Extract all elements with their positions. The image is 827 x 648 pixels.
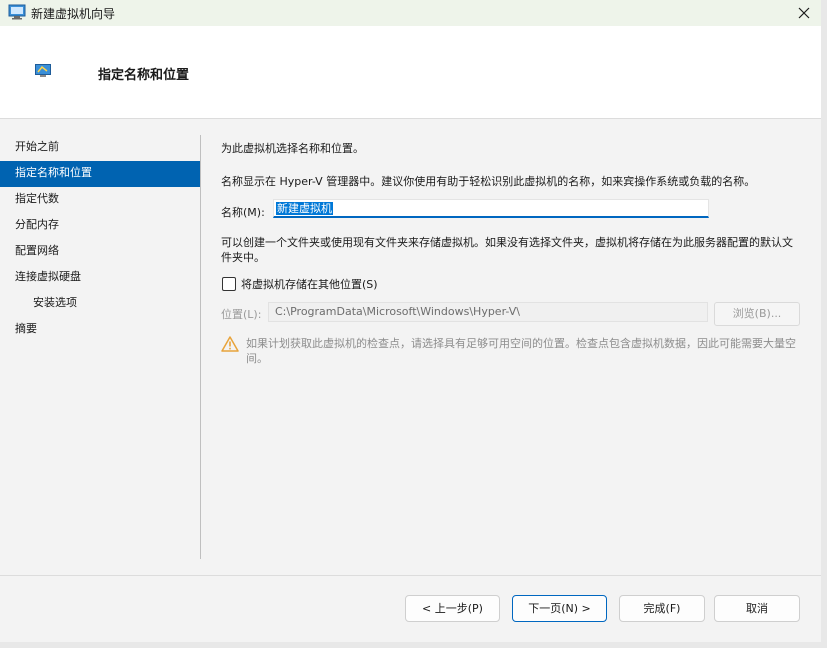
close-button[interactable]: [787, 0, 821, 26]
checkpoint-warning-line1: 如果计划获取此虚拟机的检查点，请选择具有足够可用空间的位置。检查点包含虚拟机数据…: [246, 337, 796, 350]
warning-icon: [221, 336, 239, 352]
checkpoint-warning-line2: 间。: [246, 352, 268, 365]
title-bar: 新建虚拟机向导: [0, 0, 821, 26]
wizard-window: 新建虚拟机向导 指定名称和位置 开始之前 指定名称和位置 指定代数 分配内存 配…: [0, 0, 822, 643]
wizard-steps: 开始之前 指定名称和位置 指定代数 分配内存 配置网络 连接虚拟硬盘 安装选项 …: [0, 135, 200, 343]
name-label: 名称(M):: [221, 206, 265, 219]
store-elsewhere-checkbox[interactable]: [222, 277, 236, 291]
virtual-machine-icon: [8, 4, 26, 20]
name-input-value: 新建虚拟机: [276, 202, 333, 215]
step-specify-generation[interactable]: 指定代数: [0, 187, 200, 213]
location-label: 位置(L):: [221, 308, 262, 321]
step-installation-options[interactable]: 安装选项: [0, 291, 200, 317]
intro-text: 为此虚拟机选择名称和位置。: [221, 142, 364, 155]
step-connect-virtual-disk[interactable]: 连接虚拟硬盘: [0, 265, 200, 291]
cancel-button[interactable]: 取消: [714, 595, 800, 622]
step-specify-name-location[interactable]: 指定名称和位置: [0, 161, 200, 187]
store-elsewhere-label[interactable]: 将虚拟机存储在其他位置(S): [241, 276, 378, 292]
virtual-machine-icon: [35, 64, 51, 77]
footer-divider: [0, 575, 821, 576]
page-title: 指定名称和位置: [98, 68, 190, 83]
name-description: 名称显示在 Hyper-V 管理器中。建议你使用有助于轻松识别此虚拟机的名称，如…: [221, 175, 756, 188]
steps-divider: [200, 135, 201, 559]
folder-description-line2: 件夹中。: [221, 251, 265, 264]
browse-button[interactable]: 浏览(B)...: [714, 302, 800, 326]
step-assign-memory[interactable]: 分配内存: [0, 213, 200, 239]
step-before-you-begin[interactable]: 开始之前: [0, 135, 200, 161]
next-button[interactable]: 下一页(N) >: [512, 595, 607, 622]
background-strip-bottom: [0, 642, 827, 648]
window-title: 新建虚拟机向导: [31, 7, 116, 21]
finish-button[interactable]: 完成(F): [619, 595, 705, 622]
location-input[interactable]: C:\ProgramData\Microsoft\Windows\Hyper-V…: [268, 302, 708, 322]
wizard-header: 指定名称和位置: [0, 26, 821, 119]
name-input[interactable]: 新建虚拟机: [273, 199, 709, 218]
close-icon: [798, 7, 810, 19]
background-strip-right: [821, 0, 827, 648]
folder-description-line1: 可以创建一个文件夹或使用现有文件夹来存储虚拟机。如果没有选择文件夹，虚拟机将存储…: [221, 236, 793, 249]
previous-button[interactable]: < 上一步(P): [405, 595, 500, 622]
step-summary[interactable]: 摘要: [0, 317, 200, 343]
checkpoint-warning: 如果计划获取此虚拟机的检查点，请选择具有足够可用空间的位置。检查点包含虚拟机数据…: [246, 336, 802, 366]
step-configure-network[interactable]: 配置网络: [0, 239, 200, 265]
